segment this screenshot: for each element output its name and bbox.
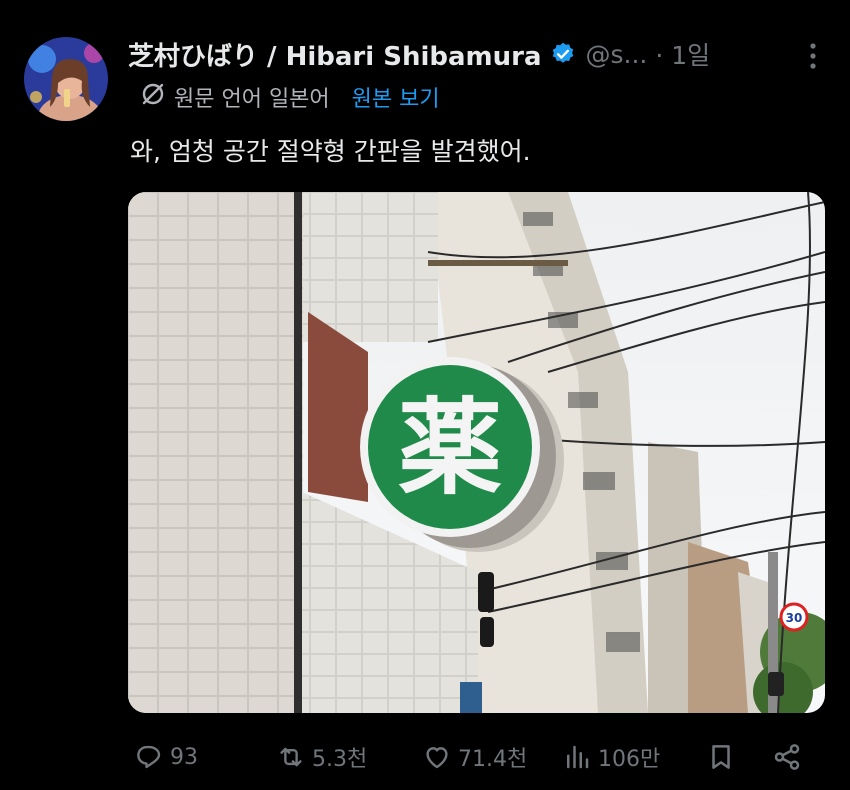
sign-character: 薬 bbox=[398, 387, 502, 509]
heart-icon bbox=[426, 747, 448, 769]
retweet-count: 5.3천 bbox=[312, 747, 368, 772]
translation-info: 원문 언어 일본어 원본 보기 bbox=[140, 81, 440, 113]
share-icon bbox=[774, 744, 800, 770]
post-time[interactable]: · 1일 bbox=[655, 36, 710, 72]
reply-button[interactable]: 93 bbox=[134, 742, 198, 772]
original-language-label: 원문 언어 일본어 bbox=[174, 87, 330, 112]
bookmark-icon bbox=[712, 745, 730, 769]
avatar[interactable] bbox=[24, 37, 108, 121]
tweet-actions: 93 5.3천 71.4천 106만 bbox=[130, 734, 820, 780]
views-button[interactable]: 106만 bbox=[562, 741, 660, 773]
reply-icon bbox=[137, 745, 161, 769]
views-count: 106만 bbox=[598, 747, 661, 772]
tweet-header: 芝村ひばり / Hibari Shibamura @s... · 1일 bbox=[128, 36, 820, 72]
user-handle[interactable]: @s... bbox=[586, 40, 648, 69]
like-button[interactable]: 71.4천 bbox=[422, 741, 527, 773]
speed-sign-number: 30 bbox=[786, 611, 803, 625]
more-options-icon[interactable] bbox=[808, 42, 818, 74]
verified-badge-icon bbox=[550, 41, 576, 67]
bookmark-button[interactable] bbox=[706, 742, 736, 772]
translate-off-icon bbox=[140, 81, 166, 113]
retweet-button[interactable]: 5.3천 bbox=[276, 741, 367, 773]
avatar-image bbox=[24, 37, 108, 121]
reply-count: 93 bbox=[170, 744, 198, 770]
share-button[interactable] bbox=[772, 742, 802, 772]
display-name[interactable]: 芝村ひばり / Hibari Shibamura bbox=[128, 36, 542, 73]
tweet-photo[interactable]: 薬 30 bbox=[128, 192, 825, 713]
retweet-icon bbox=[280, 747, 302, 767]
tweet-text: 와, 엄청 공간 절약형 간판을 발견했어. bbox=[130, 137, 531, 166]
views-icon bbox=[567, 745, 589, 769]
view-original-link[interactable]: 원본 보기 bbox=[352, 81, 440, 113]
like-count: 71.4천 bbox=[458, 747, 528, 772]
